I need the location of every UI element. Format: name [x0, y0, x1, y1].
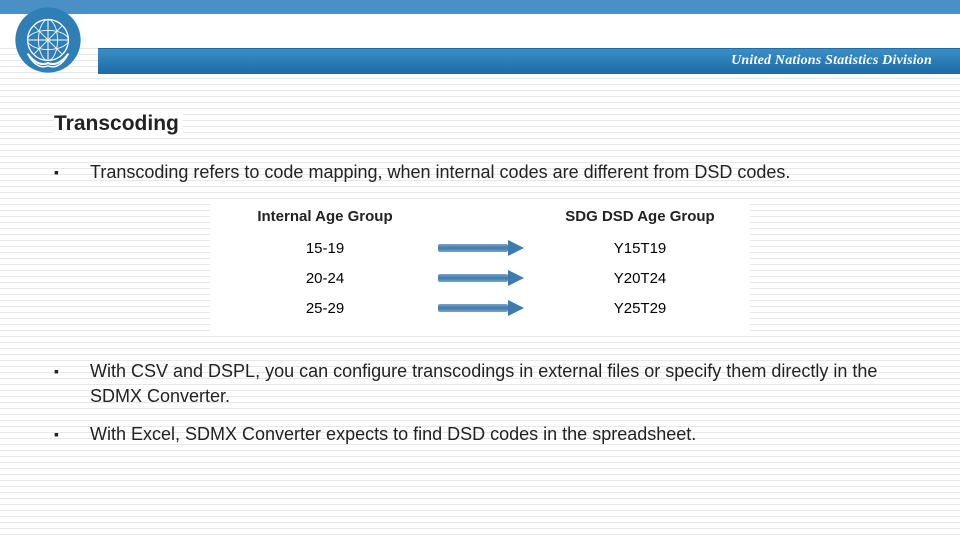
- bullet-item: ▪ With Excel, SDMX Converter expects to …: [54, 422, 906, 446]
- transcoding-diagram: Internal Age Group SDG DSD Age Group 15-…: [210, 202, 750, 331]
- arrow-right-icon: [438, 270, 524, 286]
- slide-content: Transcoding ▪ Transcoding refers to code…: [0, 82, 960, 446]
- bullet-text: Transcoding refers to code mapping, when…: [90, 160, 906, 184]
- diagram-cell-right: Y20T24: [540, 270, 740, 287]
- header-banner: United Nations Statistics Division: [98, 48, 960, 74]
- diagram-header: Internal Age Group SDG DSD Age Group: [220, 208, 740, 225]
- bullet-item: ▪ With CSV and DSPL, you can configure t…: [54, 359, 906, 408]
- diagram-cell-left: 20-24: [220, 270, 430, 287]
- diagram-cell-right: Y25T29: [540, 300, 740, 317]
- diagram-row: 25-29 Y25T29: [220, 293, 740, 323]
- diagram-row: 20-24 Y20T24: [220, 263, 740, 293]
- diagram-cell-right: Y15T19: [540, 240, 740, 257]
- bullet-text: With Excel, SDMX Converter expects to fi…: [90, 422, 906, 446]
- bullet-item: ▪ Transcoding refers to code mapping, wh…: [54, 160, 906, 184]
- diagram-row: 15-19 Y15T19: [220, 233, 740, 263]
- org-name: United Nations Statistics Division: [731, 53, 932, 69]
- diagram-cell-left: 25-29: [220, 300, 430, 317]
- slide-title: Transcoding: [54, 112, 183, 136]
- diagram-cell-left: 15-19: [220, 240, 430, 257]
- un-logo-icon: [14, 6, 82, 74]
- diagram-head-left: Internal Age Group: [220, 208, 430, 225]
- bullet-text: With CSV and DSPL, you can configure tra…: [90, 359, 906, 408]
- arrow-right-icon: [438, 300, 524, 316]
- bullet-marker-icon: ▪: [54, 359, 90, 408]
- bullet-marker-icon: ▪: [54, 422, 90, 446]
- slide-header: United Nations Statistics Division: [0, 0, 960, 82]
- diagram-head-right: SDG DSD Age Group: [540, 208, 740, 225]
- arrow-right-icon: [438, 240, 524, 256]
- bullet-marker-icon: ▪: [54, 160, 90, 184]
- top-blue-strip: [0, 0, 960, 14]
- bullet-list: ▪ Transcoding refers to code mapping, wh…: [54, 160, 906, 184]
- bullet-list: ▪ With CSV and DSPL, you can configure t…: [54, 359, 906, 446]
